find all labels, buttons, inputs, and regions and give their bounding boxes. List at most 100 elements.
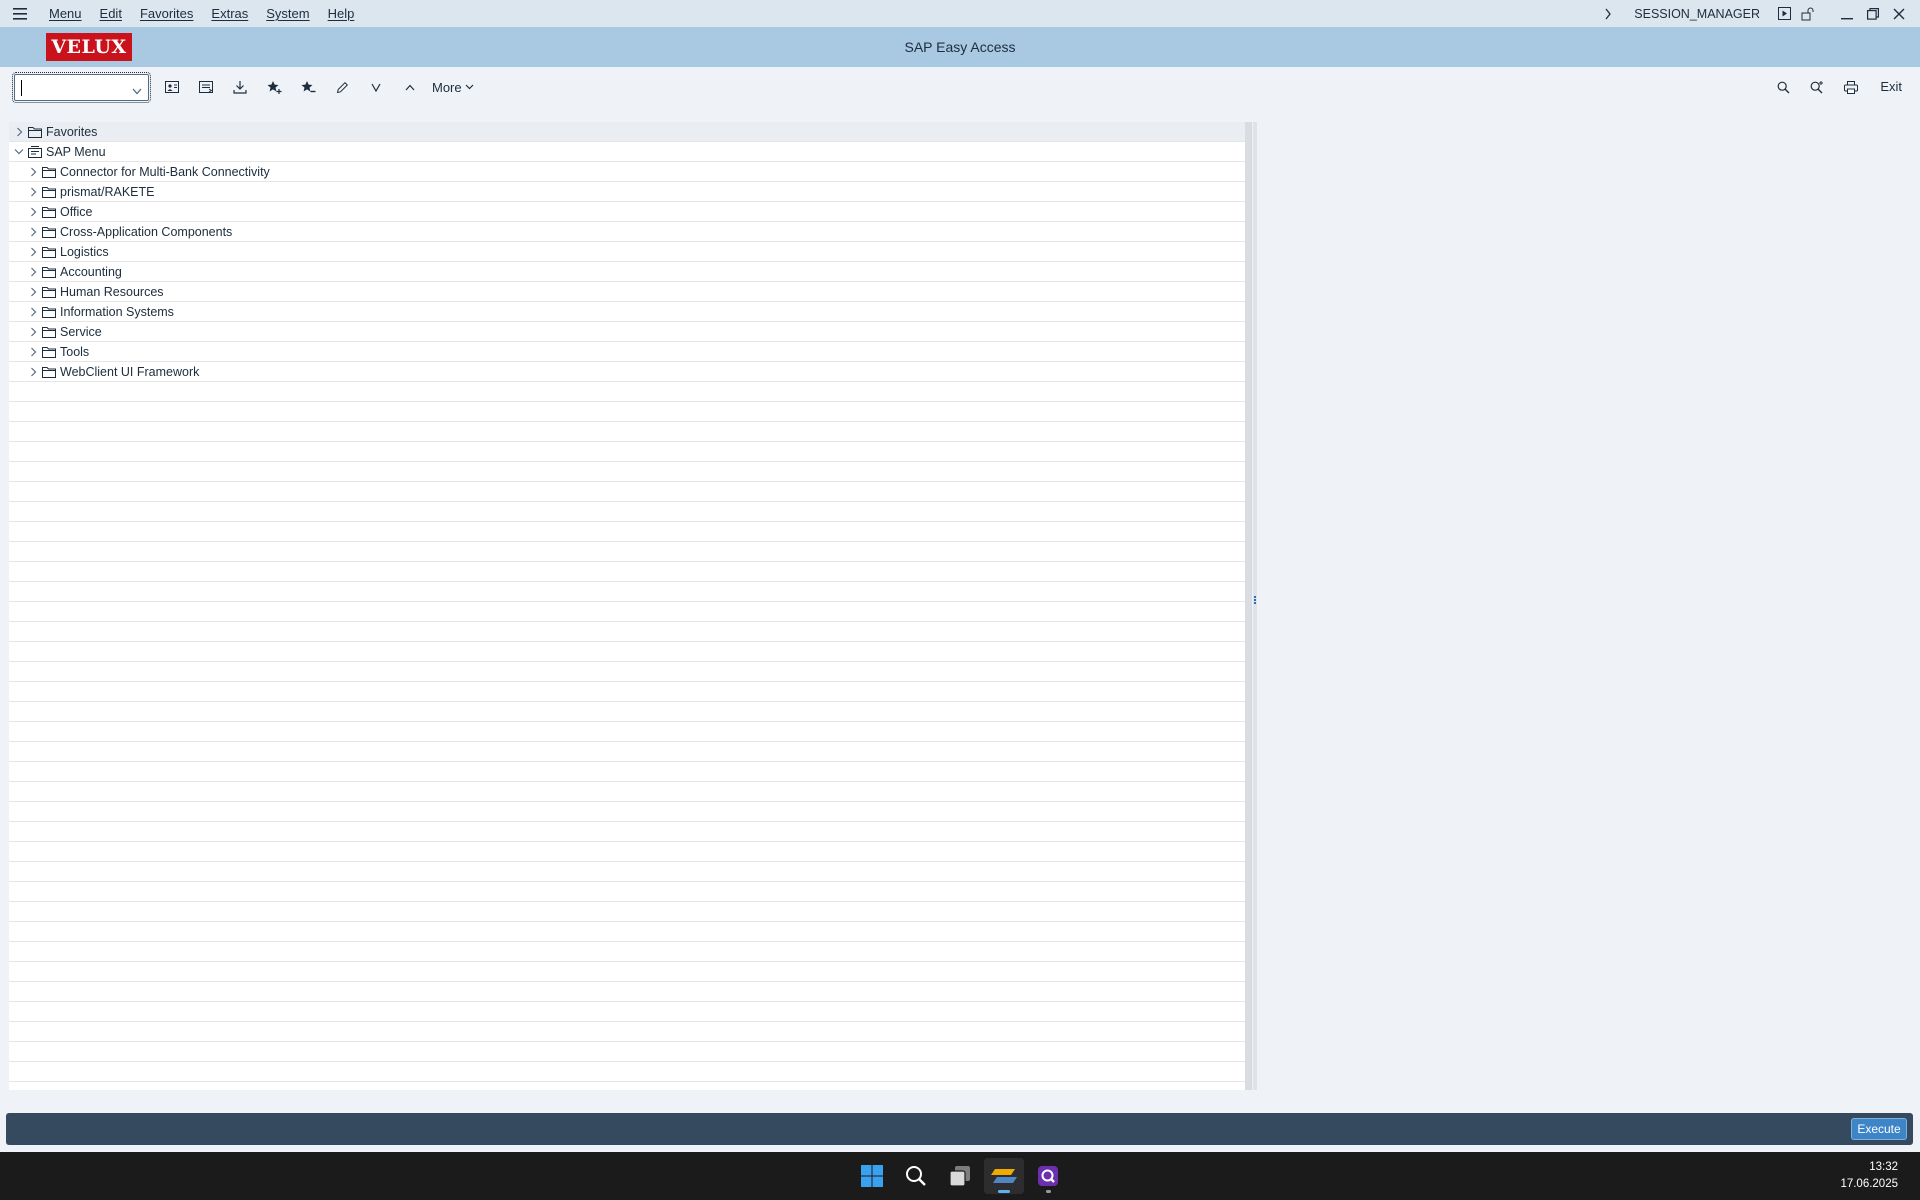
chevron-right-icon[interactable] [27,266,39,278]
menu-item-edit[interactable]: Edit [91,6,131,21]
text-cursor [21,80,22,96]
empty-tree-row [9,522,1245,542]
menu-item-favorites[interactable]: Favorites [131,6,202,21]
tree-node-label: Logistics [60,244,109,259]
chevron-right-icon[interactable] [27,366,39,378]
chevron-right-icon[interactable] [27,346,39,358]
menu-item-system[interactable]: System [257,6,318,21]
empty-tree-row [9,462,1245,482]
folder-icon [42,206,56,218]
move-up-icon[interactable] [398,76,422,98]
chevron-right-icon[interactable] [1596,0,1620,27]
sap-logon-icon[interactable] [1028,1158,1068,1194]
folder-icon [28,126,42,138]
restore-icon[interactable] [1860,0,1886,27]
empty-tree-row [9,542,1245,562]
empty-tree-row [9,922,1245,942]
tree-node-child[interactable]: Logistics [9,242,1245,262]
tree-node-label: Information Systems [60,304,174,319]
chevron-right-icon[interactable] [27,326,39,338]
tree-node-child[interactable]: Information Systems [9,302,1245,322]
empty-tree-row [9,822,1245,842]
empty-tree-row [9,482,1245,502]
execute-button[interactable]: Execute [1851,1118,1907,1140]
chevron-right-icon[interactable] [27,286,39,298]
tree-node-label: prismat/RAKETE [60,184,155,199]
session-manager-label[interactable]: SESSION_MANAGER [1634,7,1760,21]
tree-node-child[interactable]: Accounting [9,262,1245,282]
download-icon[interactable] [228,76,252,98]
chevron-down-icon [465,84,474,90]
empty-tree-row [9,1042,1245,1062]
tree-node-child[interactable]: Human Resources [9,282,1245,302]
find-icon[interactable] [1771,76,1795,98]
empty-tree-row [9,762,1245,782]
move-down-icon[interactable] [364,76,388,98]
hamburger-menu-icon[interactable] [0,0,40,27]
tree-node-favorites[interactable]: Favorites [9,122,1245,142]
play-macro-icon[interactable] [1772,0,1796,27]
menu-item-extras[interactable]: Extras [202,6,257,21]
empty-tree-row [9,1022,1245,1042]
sap-menu-icon[interactable] [194,76,218,98]
chevron-right-icon[interactable] [27,206,39,218]
tree-node-child[interactable]: Cross-Application Components [9,222,1245,242]
tree-node-child[interactable]: Tools [9,342,1245,362]
folder-icon [42,186,56,198]
task-view-icon[interactable] [940,1158,980,1194]
exit-button[interactable]: Exit [1880,76,1902,98]
search-icon[interactable] [896,1158,936,1194]
chevron-right-icon[interactable] [13,126,25,138]
more-button[interactable]: More [432,76,474,98]
add-favorite-icon[interactable] [262,76,286,98]
edit-icon[interactable] [330,76,354,98]
empty-tree-row [9,662,1245,682]
tree-node-child[interactable]: prismat/RAKETE [9,182,1245,202]
chevron-down-icon[interactable] [132,83,142,98]
running-app-indicator [1046,1190,1051,1193]
chevron-right-icon[interactable] [27,306,39,318]
chevron-down-icon[interactable] [13,146,25,158]
windows-start-icon[interactable] [852,1158,892,1194]
chevron-right-icon[interactable] [27,226,39,238]
chevron-right-icon[interactable] [27,246,39,258]
delete-favorite-icon[interactable] [296,76,320,98]
unlock-icon[interactable] [1796,0,1820,27]
minimize-icon[interactable] [1834,0,1860,27]
tree-node-label: Service [60,324,102,339]
menu-item-menu[interactable]: Menu [40,6,91,21]
print-icon[interactable] [1839,76,1863,98]
empty-tree-row [9,602,1245,622]
sap-gui-icon[interactable] [984,1158,1024,1194]
empty-tree-row [9,1062,1245,1082]
tree-node-label: Cross-Application Components [60,224,233,239]
empty-tree-row [9,702,1245,722]
windows-taskbar: 13:32 17.06.2025 [0,1152,1920,1200]
empty-tree-row [9,842,1245,862]
tree-node-label: Office [60,204,93,219]
folder-icon [42,166,56,178]
tree-node-sap-menu[interactable]: SAP Menu [9,142,1245,162]
tree-node-child[interactable]: Service [9,322,1245,342]
user-menu-icon[interactable] [160,76,184,98]
close-icon[interactable] [1886,0,1912,27]
empty-tree-row [9,902,1245,922]
chevron-right-icon[interactable] [27,166,39,178]
menu-item-help[interactable]: Help [319,6,364,21]
folder-icon [42,246,56,258]
tree-node-label: Tools [60,344,90,359]
chevron-right-icon[interactable] [27,186,39,198]
command-field[interactable] [12,72,151,103]
tree-node-child[interactable]: WebClient UI Framework [9,362,1245,382]
command-input[interactable] [19,77,119,98]
system-clock[interactable]: 13:32 17.06.2025 [1840,1159,1898,1193]
scrollbar-track[interactable] [1245,122,1251,1090]
splitter-handle-icon[interactable] [1253,595,1257,609]
empty-tree-row [9,782,1245,802]
clock-date: 17.06.2025 [1840,1178,1898,1190]
folder-icon [42,346,56,358]
tree-node-child[interactable]: Office [9,202,1245,222]
tree-node-child[interactable]: Connector for Multi-Bank Connectivity [9,162,1245,182]
empty-tree-row [9,942,1245,962]
find-next-icon[interactable] [1805,76,1829,98]
